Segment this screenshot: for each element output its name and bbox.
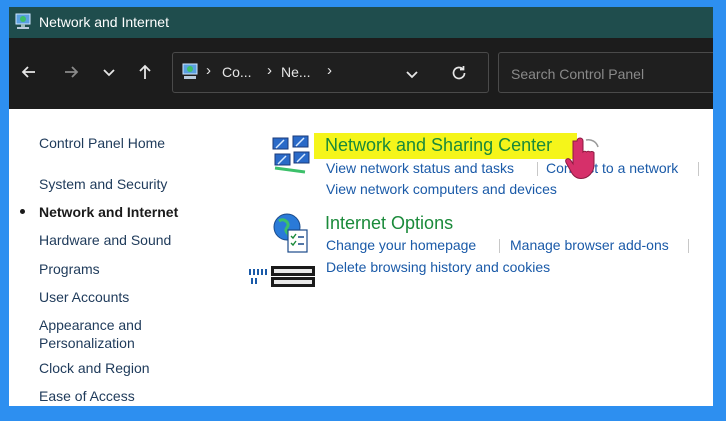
manage-browser-addons-link[interactable]: Manage browser add-ons [510, 237, 669, 253]
network-internet-icon [15, 13, 31, 29]
sidebar-item-system-and-security[interactable]: System and Security [39, 175, 167, 193]
sidebar-item-clock-and-region[interactable]: Clock and Region [39, 359, 150, 377]
search-input[interactable] [509, 53, 713, 94]
window-title: Network and Internet [39, 14, 169, 30]
forward-button[interactable] [59, 60, 83, 84]
sidebar: Control Panel Home System and Security N… [9, 109, 259, 406]
view-network-status-link[interactable]: View network status and tasks [326, 160, 514, 176]
breadcrumb-separator-icon: › [267, 62, 272, 79]
control-panel-home-link[interactable]: Control Panel Home [39, 134, 165, 152]
link-separator [698, 162, 699, 176]
breadcrumb-separator-icon: › [327, 62, 332, 79]
arrow-right-icon [65, 66, 79, 78]
arrow-up-icon [139, 64, 151, 79]
link-separator [499, 239, 500, 253]
chevron-down-icon [103, 69, 115, 77]
active-bullet-icon [20, 209, 25, 214]
chevron-down-icon[interactable] [405, 67, 419, 81]
search-box[interactable] [498, 52, 713, 94]
delete-browsing-history-link[interactable]: Delete browsing history and cookies [326, 259, 550, 275]
arrow-left-icon [21, 66, 35, 78]
refresh-icon[interactable] [450, 64, 468, 82]
network-sharing-center-icon[interactable] [271, 132, 311, 176]
sidebar-item-hardware-and-sound[interactable]: Hardware and Sound [39, 231, 171, 249]
sidebar-item-appearance-and-personalization[interactable]: Appearance and Personalization [39, 316, 179, 352]
breadcrumb-separator-icon: › [206, 62, 211, 79]
sidebar-item-user-accounts[interactable]: User Accounts [39, 288, 179, 306]
navigation-bar: › Co... › Ne... › [9, 38, 713, 109]
breadcrumb-control-panel[interactable]: Co... [222, 64, 252, 80]
recent-locations-button[interactable] [97, 60, 121, 84]
pointer-hand-icon [565, 137, 599, 180]
sidebar-item-network-and-internet[interactable]: Network and Internet [39, 203, 178, 221]
control-panel-icon [182, 63, 198, 79]
back-button[interactable] [17, 60, 41, 84]
address-bar[interactable]: › Co... › Ne... › [172, 52, 489, 93]
internet-options-title[interactable]: Internet Options [325, 213, 453, 234]
view-network-computers-link[interactable]: View network computers and devices [326, 181, 557, 197]
link-separator [537, 162, 538, 176]
sidebar-item-ease-of-access[interactable]: Ease of Access [39, 387, 135, 405]
up-button[interactable] [133, 60, 157, 84]
breadcrumb-network-and-internet[interactable]: Ne... [281, 64, 311, 80]
link-separator [688, 239, 689, 253]
change-homepage-link[interactable]: Change your homepage [326, 237, 476, 253]
network-sharing-center-title[interactable]: Network and Sharing Center [325, 135, 552, 156]
sidebar-item-programs[interactable]: Programs [39, 260, 100, 278]
control-panel-window: Network and Internet › Co... › Ne... › S… [9, 7, 713, 406]
internet-options-icon[interactable] [271, 212, 311, 254]
how-to-manage-devices-logo [249, 266, 315, 287]
title-bar: Network and Internet [9, 7, 713, 38]
